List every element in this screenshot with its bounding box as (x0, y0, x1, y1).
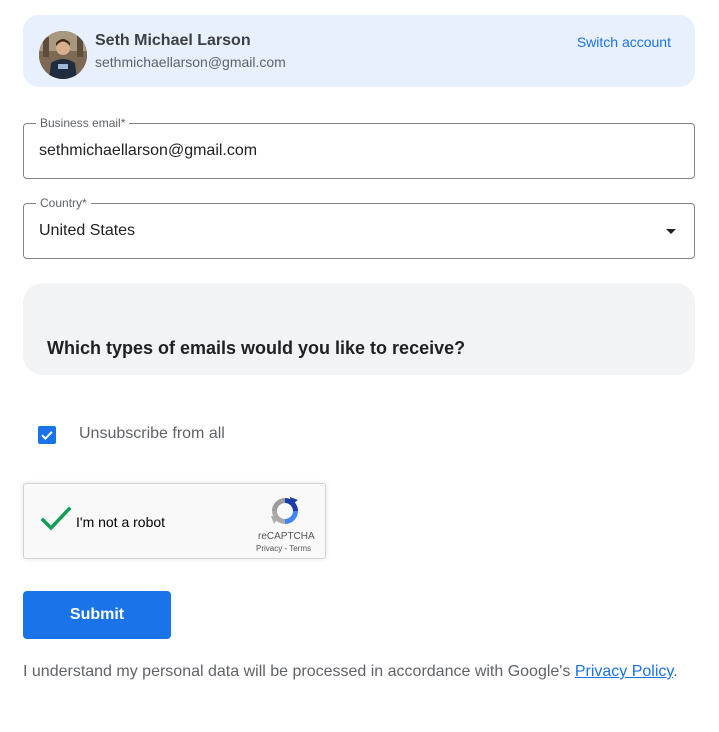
unsubscribe-label[interactable]: Unsubscribe from all (79, 425, 225, 443)
country-label: Country* (36, 196, 91, 210)
disclaimer-end: . (673, 663, 678, 680)
recaptcha-links: Privacy - Terms (256, 544, 311, 553)
recaptcha-checkbox[interactable] (40, 506, 72, 534)
account-email: sethmichaellarson@gmail.com (95, 54, 286, 70)
account-name: Seth Michael Larson (95, 32, 251, 49)
check-icon (41, 431, 53, 441)
avatar (39, 31, 87, 79)
disclaimer-text: I understand my personal data will be pr… (23, 663, 575, 680)
recaptcha-privacy-link[interactable]: Privacy (256, 544, 282, 553)
submit-button[interactable]: Submit (23, 591, 171, 639)
recaptcha-separator: - (284, 544, 288, 553)
unsubscribe-checkbox[interactable] (38, 426, 56, 444)
user-avatar-icon (39, 31, 87, 79)
recaptcha-logo-icon (268, 494, 302, 528)
recaptcha-widget: I'm not a robot reCAPTCHA Privacy - Term… (23, 483, 326, 559)
dropdown-arrow-icon[interactable] (666, 229, 676, 234)
business-email-value[interactable]: sethmichaellarson@gmail.com (39, 142, 257, 160)
green-check-icon (40, 506, 72, 531)
recaptcha-label: I'm not a robot (76, 514, 166, 530)
privacy-policy-link[interactable]: Privacy Policy (575, 663, 673, 680)
country-value[interactable]: United States (39, 222, 135, 240)
business-email-label: Business email* (36, 116, 130, 130)
account-card: Seth Michael Larson sethmichaellarson@gm… (23, 15, 695, 87)
question-heading: Which types of emails would you like to … (47, 338, 466, 358)
recaptcha-terms-link[interactable]: Terms (289, 544, 311, 553)
recaptcha-brand: reCAPTCHA (258, 531, 315, 542)
switch-account-link[interactable]: Switch account (577, 34, 671, 50)
business-email-field[interactable]: Business email* sethmichaellarson@gmail.… (23, 116, 695, 179)
privacy-disclaimer: I understand my personal data will be pr… (23, 660, 683, 684)
question-card: Which types of emails would you like to … (23, 283, 695, 375)
country-select[interactable]: Country* United States (23, 196, 695, 259)
